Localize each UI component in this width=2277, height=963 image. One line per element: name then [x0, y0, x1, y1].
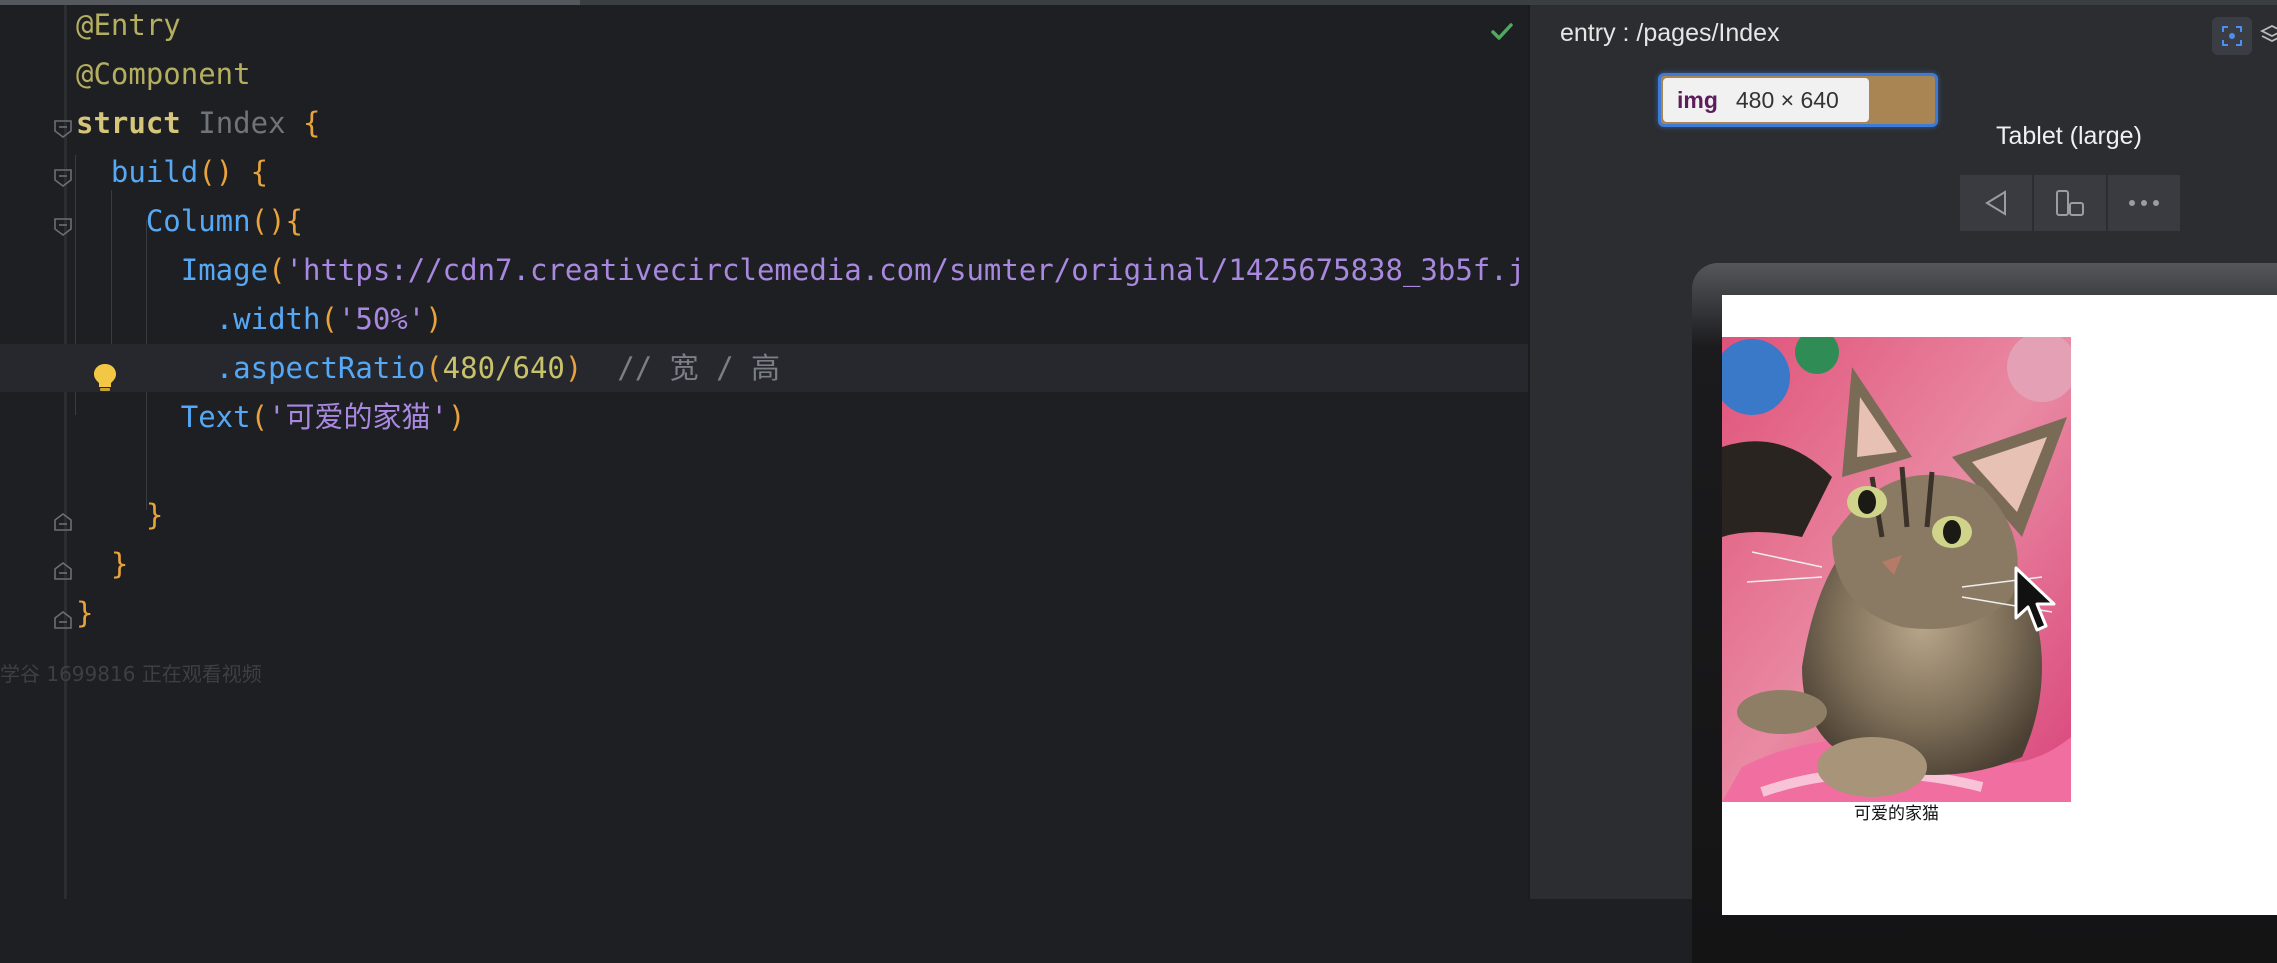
code-line-text: @Entry [76, 7, 181, 43]
code-line[interactable] [0, 442, 1528, 490]
code-line[interactable]: .width('50%') [0, 295, 1528, 343]
code-token: ) [564, 351, 583, 385]
code-line-text: Image('https://cdn7.creativecirclemedia.… [76, 252, 1525, 288]
layers-icon [2259, 24, 2277, 43]
code-line-text: build() { [76, 154, 268, 190]
code-token: (){ [250, 204, 303, 238]
back-button[interactable] [1960, 175, 2032, 231]
code-token: '50%' [337, 302, 426, 336]
fold-close-icon[interactable] [52, 560, 74, 582]
code-token: struct [76, 106, 181, 140]
code-token: .aspectRatio [215, 351, 426, 385]
check-icon [1490, 21, 1514, 43]
mouse-cursor-icon [2012, 566, 2058, 636]
watermark: 学谷 1699816 正在观看视频 [0, 662, 262, 686]
code-line-text: Text('可爱的家猫') [76, 399, 466, 435]
code-line-text: @Component [76, 56, 251, 92]
code-token: ) [448, 400, 466, 434]
lightbulb-icon[interactable] [92, 362, 118, 394]
tooltip-tag: img [1677, 86, 1718, 113]
component-tooltip: img 480 × 640 [1658, 73, 1938, 127]
code-line[interactable]: build() { [0, 148, 1528, 196]
layers-button[interactable] [2258, 17, 2277, 55]
caption-text: 可爱的家猫 [1854, 804, 1939, 824]
code-line-text: Column(){ [76, 203, 303, 239]
code-line[interactable]: } [0, 589, 1528, 637]
code-token: () [198, 155, 234, 189]
previewer-panel: entry : /pages/Index img 480 × 640 Table… [1528, 5, 2277, 963]
code-token: } [76, 596, 94, 630]
code-token: { [303, 106, 321, 140]
code-token: Image [180, 253, 269, 287]
code-token: ) [425, 302, 443, 336]
code-line[interactable]: @Component [0, 50, 1528, 98]
code-line-text: .width('50%') [76, 301, 443, 337]
code-token: ( [268, 253, 286, 287]
code-line-text: } [76, 546, 128, 582]
code-editor[interactable]: @Entry @Component struct Index { build() {… [0, 5, 1528, 899]
code-token: } [110, 547, 129, 581]
code-token: { [250, 155, 269, 189]
code-line[interactable]: Column(){ [0, 197, 1528, 245]
code-token: Text [180, 400, 251, 434]
code-line[interactable]: struct Index { [0, 99, 1528, 147]
code-token: '可爱的家猫' [268, 400, 448, 434]
code-token: @Component [76, 57, 251, 91]
more-icon [2129, 200, 2159, 206]
code-token: Index [198, 106, 286, 140]
code-line-text: } [76, 497, 163, 533]
code-line[interactable]: .aspectRatio(480/640) // 宽 / 高 [0, 344, 1528, 392]
inspector-toggle-button[interactable] [2212, 17, 2252, 55]
device-toolbar [1960, 175, 2182, 231]
tooltip-chip: img 480 × 640 [1663, 78, 1869, 122]
tooltip-size: 480 × 640 [1735, 86, 1839, 113]
code-token: .width [215, 302, 321, 336]
code-token: ( [320, 302, 338, 336]
device-label: Tablet (large) [1996, 122, 2142, 150]
preview-page-title: entry : /pages/Index [1560, 19, 1780, 47]
back-icon [1985, 190, 2006, 216]
code-token: ( [250, 400, 269, 434]
code-line-text: } [76, 595, 93, 631]
code-line[interactable]: Text('可爱的家猫') [0, 393, 1528, 441]
code-token: 480/640 [442, 351, 565, 385]
code-token: build [110, 155, 199, 189]
fold-close-icon[interactable] [52, 609, 74, 631]
code-line[interactable]: Image('https://cdn7.creativecirclemedia.… [0, 246, 1528, 294]
inspect-icon [2222, 26, 2242, 46]
code-token: ( [425, 351, 443, 385]
code-token: // 宽 / 高 [582, 351, 781, 385]
code-token: 'https://cdn7.creativecirclemedia.com/su… [285, 253, 1526, 287]
code-line[interactable]: } [0, 540, 1528, 588]
code-line[interactable]: } [0, 491, 1528, 539]
code-token: } [145, 498, 164, 532]
code-token: @Entry [76, 8, 181, 42]
fold-open-icon[interactable] [52, 167, 74, 189]
code-line-text: .aspectRatio(480/640) // 宽 / 高 [76, 350, 780, 386]
more-button[interactable] [2108, 175, 2180, 231]
rotate-icon [2056, 190, 2084, 216]
rotate-button[interactable] [2034, 175, 2106, 231]
fold-close-icon[interactable] [52, 511, 74, 533]
fold-open-icon[interactable] [52, 118, 74, 140]
code-token: Column [145, 204, 251, 238]
device-screen: 可爱的家猫 [1722, 295, 2277, 915]
fold-open-icon[interactable] [52, 216, 74, 238]
code-line[interactable]: @Entry [0, 5, 1528, 49]
code-line-text: struct Index { [76, 105, 320, 141]
